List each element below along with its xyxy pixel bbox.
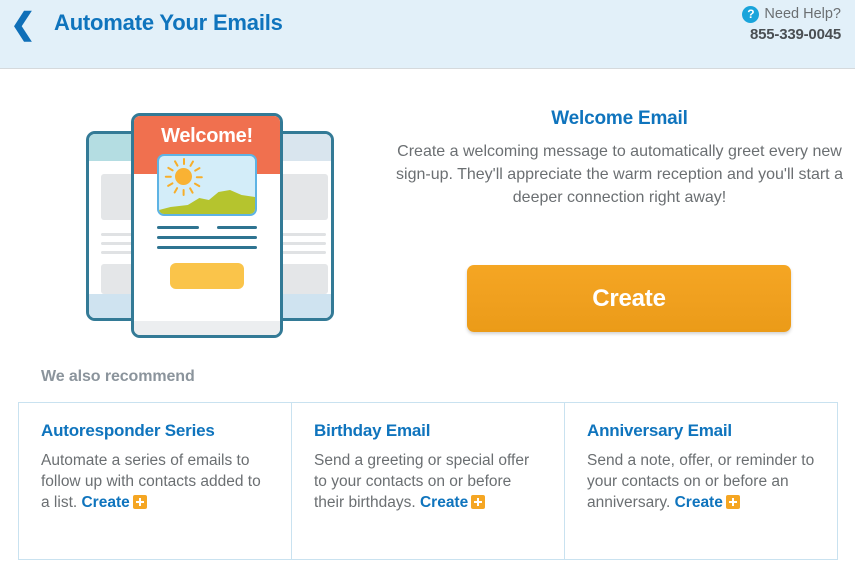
card-body: Send a note, offer, or reminder to your … — [587, 450, 817, 513]
card-title: Anniversary Email — [587, 421, 732, 440]
question-mark-icon: ? — [742, 6, 760, 23]
card-create-link[interactable]: Create — [81, 494, 129, 511]
hero-title: Welcome Email — [551, 108, 688, 129]
email-welcome-text: Welcome! — [161, 125, 253, 147]
card-title: Autoresponder Series — [41, 421, 215, 440]
need-help-block: ? Need Help? 855-339-0045 — [742, 6, 841, 42]
email-footer-band — [134, 321, 280, 335]
plus-icon[interactable] — [132, 495, 147, 509]
email-cta-button-shape — [170, 263, 244, 289]
need-help-link[interactable]: ? Need Help? — [742, 6, 841, 23]
need-help-label: Need Help? — [764, 6, 841, 23]
card-create-link[interactable]: Create — [420, 494, 468, 511]
landscape-hill-shape — [159, 190, 255, 214]
card-description: Automate a series of emails to follow up… — [41, 452, 261, 511]
card-body: Automate a series of emails to follow up… — [41, 450, 271, 513]
plus-icon[interactable] — [725, 495, 740, 509]
hero-description: Create a welcoming message to automatica… — [396, 143, 843, 206]
recommendations-heading: We also recommend — [41, 368, 195, 385]
email-text-line — [157, 226, 199, 229]
recommendation-cards: Autoresponder Series Automate a series o… — [18, 402, 838, 560]
card-create-link[interactable]: Create — [675, 494, 723, 511]
plus-icon[interactable] — [471, 495, 486, 509]
page-header: ❮ Automate Your Emails ? Need Help? 855-… — [0, 0, 855, 69]
email-text-line — [157, 236, 257, 239]
email-text-line — [217, 226, 257, 229]
sun-icon — [175, 168, 192, 185]
welcome-email-illustration: Welcome! — [85, 113, 335, 338]
email-hero-image — [157, 154, 257, 216]
email-text-line — [157, 246, 257, 249]
illustration-main-email-card: Welcome! — [131, 113, 283, 338]
create-welcome-email-button[interactable]: Create — [467, 265, 791, 332]
recommendation-card-birthday-email[interactable]: Birthday Email Send a greeting or specia… — [292, 403, 565, 559]
hero-copy: Welcome Email Create a welcoming message… — [392, 108, 847, 209]
page-title: Automate Your Emails — [54, 10, 283, 35]
recommendation-card-anniversary-email[interactable]: Anniversary Email Send a note, offer, or… — [565, 403, 837, 559]
back-chevron-icon[interactable]: ❮ — [8, 8, 38, 42]
card-title: Birthday Email — [314, 421, 431, 440]
support-phone-number: 855-339-0045 — [749, 26, 841, 43]
recommendation-card-autoresponder-series[interactable]: Autoresponder Series Automate a series o… — [19, 403, 292, 559]
card-body: Send a greeting or special offer to your… — [314, 450, 544, 513]
